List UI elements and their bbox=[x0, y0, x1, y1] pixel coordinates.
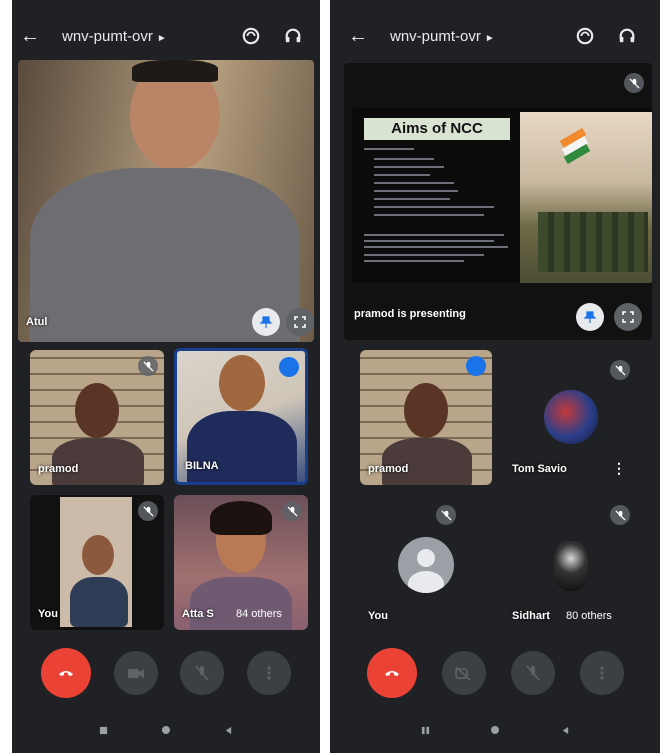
headphones-icon[interactable] bbox=[616, 25, 638, 47]
meeting-code[interactable]: wnv-pumt-ovr ► bbox=[62, 28, 167, 45]
main-video-tile[interactable]: Atul bbox=[18, 60, 314, 342]
presenting-label: pramod is presenting bbox=[354, 308, 466, 320]
pin-icon[interactable] bbox=[576, 303, 604, 331]
speaking-indicator-icon bbox=[466, 356, 486, 376]
more-icon bbox=[267, 665, 271, 680]
top-bar: ← wnv-pumt-ovr ► bbox=[330, 18, 660, 54]
end-call-button[interactable] bbox=[366, 647, 417, 698]
participant-hair bbox=[132, 60, 218, 82]
participant-tile[interactable]: Sidhart 80 others bbox=[504, 497, 636, 632]
nav-recent-icon[interactable] bbox=[419, 724, 431, 736]
presentation-tile[interactable]: Aims of NCC pramod is presenting bbox=[344, 63, 652, 340]
pin-icon[interactable] bbox=[252, 308, 280, 336]
call-controls bbox=[12, 645, 320, 700]
top-bar: ← wnv-pumt-ovr ► bbox=[12, 18, 320, 54]
back-arrow-icon[interactable]: ← bbox=[20, 25, 46, 48]
mic-off-icon bbox=[195, 664, 209, 681]
participant-tile[interactable]: pramod bbox=[360, 350, 492, 485]
participant-name: Atul bbox=[26, 316, 48, 328]
participant-shirt bbox=[52, 438, 144, 485]
participant-tile[interactable]: Tom Savio ⋮ bbox=[504, 350, 636, 485]
presentation-footer: pramod is presenting bbox=[344, 291, 652, 340]
mic-off-icon bbox=[525, 664, 540, 681]
meeting-code[interactable]: wnv-pumt-ovr ► bbox=[390, 28, 495, 45]
participant-name: pramod bbox=[368, 463, 409, 475]
participant-shirt bbox=[187, 411, 297, 482]
back-arrow-icon[interactable]: ← bbox=[348, 25, 374, 48]
more-options-button[interactable] bbox=[579, 650, 624, 695]
meeting-code-label: wnv-pumt-ovr bbox=[62, 27, 153, 45]
participant-avatar bbox=[544, 390, 598, 444]
participant-name: BILNA bbox=[185, 460, 219, 472]
participant-tile[interactable]: Atta S 84 others bbox=[174, 495, 308, 630]
nav-back-icon[interactable] bbox=[223, 724, 235, 736]
system-nav-bar bbox=[12, 718, 320, 742]
mic-off-icon bbox=[436, 505, 456, 525]
more-options-button[interactable] bbox=[246, 650, 291, 695]
mic-toggle-button[interactable] bbox=[180, 650, 225, 695]
cadets bbox=[538, 212, 648, 272]
participant-name: You bbox=[38, 608, 58, 620]
chevron-right-icon: ► bbox=[484, 32, 495, 44]
end-call-icon bbox=[59, 670, 74, 676]
participant-shirt bbox=[70, 577, 128, 627]
chevron-right-icon: ► bbox=[156, 32, 167, 44]
participant-avatar bbox=[398, 537, 454, 593]
others-count: 84 others bbox=[236, 608, 282, 620]
mic-off-icon bbox=[610, 360, 630, 380]
participant-hair bbox=[210, 501, 272, 535]
participant-name: You bbox=[368, 610, 388, 622]
presentation-slide: Aims of NCC bbox=[352, 108, 652, 283]
participant-avatar bbox=[554, 541, 588, 591]
camera-icon bbox=[127, 668, 144, 678]
participant-face bbox=[75, 383, 119, 438]
mic-off-icon bbox=[138, 501, 158, 521]
participant-tile[interactable]: pramod bbox=[30, 350, 164, 485]
camera-toggle-button[interactable] bbox=[441, 650, 486, 695]
slide-title: Aims of NCC bbox=[364, 118, 510, 140]
others-count: 80 others bbox=[566, 610, 612, 622]
nav-recent-icon[interactable] bbox=[97, 724, 109, 736]
nav-home-icon[interactable] bbox=[489, 724, 501, 736]
end-call-button[interactable] bbox=[41, 647, 92, 698]
participant-name: pramod bbox=[38, 463, 79, 475]
switch-camera-icon[interactable] bbox=[240, 25, 262, 47]
speaking-indicator-icon bbox=[279, 357, 299, 377]
mic-off-icon bbox=[624, 73, 644, 93]
phone-screen-left: ← wnv-pumt-ovr ► Atul pramod BILNA You A… bbox=[12, 0, 320, 753]
end-call-icon bbox=[384, 670, 399, 676]
phone-screen-right: ← wnv-pumt-ovr ► Aims of NCC pramod is p… bbox=[330, 0, 660, 753]
nav-back-icon[interactable] bbox=[559, 724, 571, 736]
participant-name: Atta S bbox=[182, 608, 214, 620]
participant-tile-self[interactable]: You bbox=[360, 497, 492, 632]
participant-name: Sidhart bbox=[512, 610, 550, 622]
fullscreen-icon[interactable] bbox=[286, 308, 314, 336]
meeting-code-label: wnv-pumt-ovr bbox=[390, 27, 481, 45]
fullscreen-icon[interactable] bbox=[614, 303, 642, 331]
mic-off-icon bbox=[610, 505, 630, 525]
participant-shirt bbox=[382, 438, 472, 485]
mic-toggle-button[interactable] bbox=[510, 650, 555, 695]
mic-off-icon bbox=[138, 356, 158, 376]
participant-face bbox=[82, 535, 114, 575]
participant-name: Tom Savio bbox=[512, 463, 567, 475]
camera-toggle-button[interactable] bbox=[113, 650, 158, 695]
slide-photo bbox=[520, 112, 652, 283]
camera-off-icon bbox=[454, 665, 471, 681]
mic-off-icon bbox=[282, 501, 302, 521]
nav-home-icon[interactable] bbox=[160, 724, 172, 736]
participant-tile-self[interactable]: You bbox=[30, 495, 164, 630]
participant-face bbox=[404, 383, 448, 438]
switch-camera-icon[interactable] bbox=[574, 25, 596, 47]
participant-face bbox=[219, 355, 265, 411]
headphones-icon[interactable] bbox=[282, 25, 304, 47]
more-options-icon[interactable]: ⋮ bbox=[612, 460, 626, 477]
more-icon bbox=[599, 665, 604, 680]
participant-tile-active[interactable]: BILNA bbox=[174, 348, 308, 485]
participant-shirt bbox=[190, 577, 292, 630]
call-controls bbox=[330, 645, 660, 700]
system-nav-bar bbox=[330, 718, 660, 742]
